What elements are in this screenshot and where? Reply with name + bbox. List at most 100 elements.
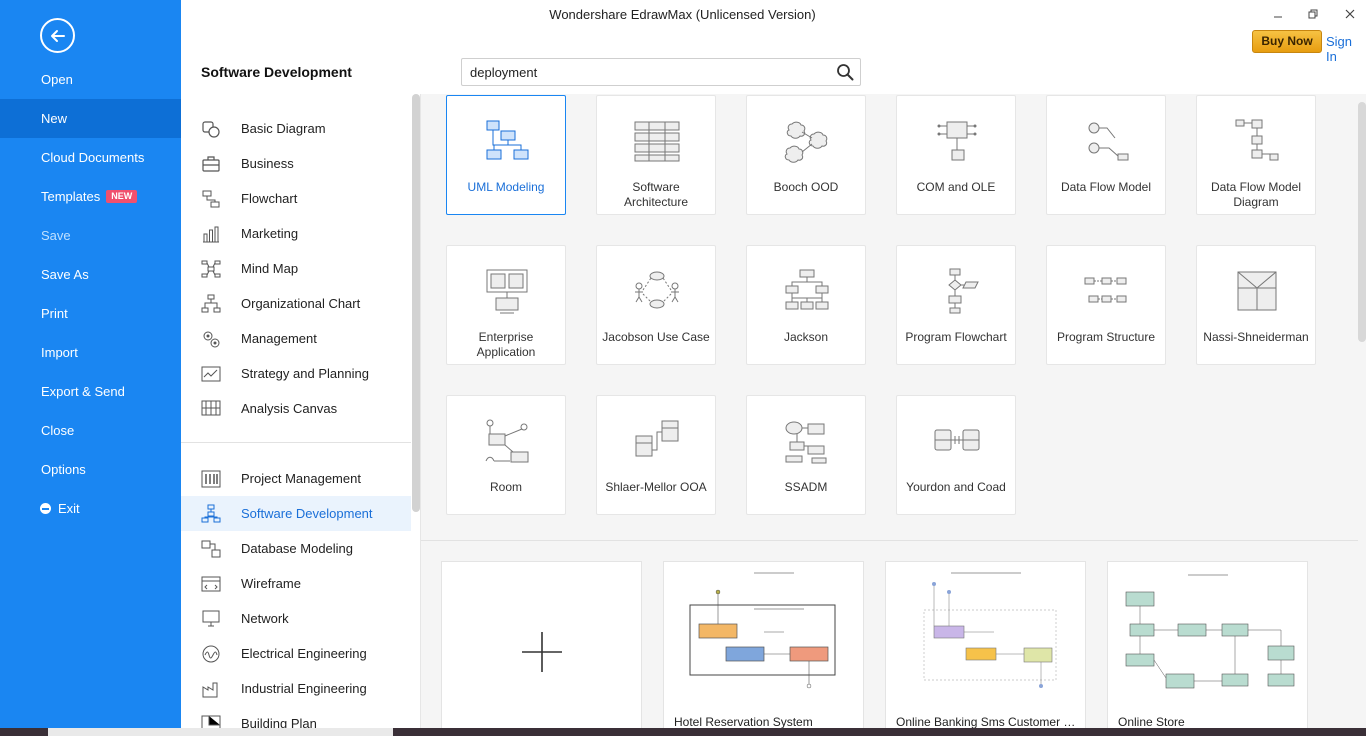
type-room[interactable]: Room — [446, 395, 566, 515]
type-software-architecture[interactable]: Software Architecture — [596, 95, 716, 215]
type-yourdon-and-coad[interactable]: Yourdon and Coad — [896, 395, 1016, 515]
template-caption: Online Banking Sms Customer S... — [896, 715, 1078, 728]
category-label: Analysis Canvas — [241, 401, 338, 416]
category-business[interactable]: Business — [181, 146, 411, 181]
type-uml-modeling[interactable]: UML Modeling — [446, 95, 566, 215]
jacobson-use-case-icon — [635, 271, 679, 309]
category-industrial-engineering[interactable]: Industrial Engineering — [181, 671, 411, 706]
category-analysis-canvas[interactable]: Analysis Canvas — [181, 391, 411, 426]
menu-print[interactable]: Print — [0, 294, 181, 333]
search-box — [461, 58, 861, 86]
enterprise-application-icon — [486, 269, 528, 314]
search-icon[interactable] — [836, 63, 854, 81]
category-label: Database Modeling — [241, 541, 354, 556]
category-software-development[interactable]: Software Development — [181, 496, 411, 531]
type-com-and-ole[interactable]: COM and OLE — [896, 95, 1016, 215]
type-nassi-shneiderman[interactable]: Nassi-Shneiderman — [1196, 245, 1316, 365]
type-label: Yourdon and Coad — [906, 480, 1006, 494]
buy-now-button[interactable]: Buy Now — [1252, 30, 1322, 53]
category-label: Organizational Chart — [241, 296, 361, 311]
sign-in-link[interactable]: Sign In — [1326, 34, 1366, 64]
flowchart-icon — [202, 190, 220, 207]
template-card[interactable]: Hotel Reservation System — [663, 561, 864, 728]
main-scrollbar[interactable] — [1358, 102, 1366, 342]
uml-modeling-icon — [486, 120, 529, 160]
template-thumbnail — [689, 572, 836, 689]
category-label: Management — [241, 331, 317, 346]
type-data-flow-model-diagram[interactable]: Data Flow Model Diagram — [1196, 95, 1316, 215]
type-program-structure[interactable]: Program Structure — [1046, 245, 1166, 365]
category-scrollbar[interactable] — [412, 94, 420, 512]
template-card[interactable]: Online Store — [1107, 561, 1308, 728]
gantt-icon — [201, 470, 221, 487]
menu-label: New — [41, 111, 68, 126]
category-label: Basic Diagram — [241, 121, 326, 136]
type-label: Enterprise Application — [476, 330, 536, 359]
minimize-icon — [1274, 16, 1282, 18]
category-database-modeling[interactable]: Database Modeling — [181, 531, 411, 566]
type-program-flowchart[interactable]: Program Flowchart — [896, 245, 1016, 365]
line-chart-icon — [201, 366, 221, 381]
industrial-icon — [202, 682, 218, 697]
close-icon — [1345, 9, 1355, 19]
menu-templates[interactable]: Templates NEW — [0, 177, 181, 216]
blank-template-card[interactable] — [441, 561, 642, 728]
category-label: Strategy and Planning — [241, 366, 369, 381]
type-data-flow-model[interactable]: Data Flow Model — [1046, 95, 1166, 215]
menu-new[interactable]: New — [0, 99, 181, 138]
menu-cloud-documents[interactable]: Cloud Documents — [0, 138, 181, 177]
taskbar-search[interactable] — [48, 728, 393, 736]
menu-label: Close — [41, 423, 75, 438]
search-input[interactable] — [462, 59, 832, 85]
type-enterprise-application[interactable]: Enterprise Application — [446, 245, 566, 365]
menu-close[interactable]: Close — [0, 411, 181, 450]
wireframe-icon — [201, 576, 221, 591]
plus-icon — [522, 632, 562, 672]
type-label: Room — [489, 480, 522, 494]
type-booch-ood[interactable]: Booch OOD — [746, 95, 866, 215]
type-label: UML Modeling — [467, 180, 545, 194]
shapes-icon — [202, 120, 220, 138]
back-button[interactable] — [40, 18, 75, 53]
category-basic-diagram[interactable]: Basic Diagram — [181, 111, 411, 146]
type-shlaer-mellor-ooa[interactable]: Shlaer-Mellor OOA — [596, 395, 716, 515]
type-ssadm[interactable]: SSADM — [746, 395, 866, 515]
restore-button[interactable] — [1302, 6, 1324, 24]
close-window-button[interactable] — [1339, 6, 1361, 24]
menu-open[interactable]: Open — [0, 60, 181, 99]
menu-save-as[interactable]: Save As — [0, 255, 181, 294]
menu-options[interactable]: Options — [0, 450, 181, 489]
shlaer-mellor-icon — [635, 420, 679, 457]
template-card[interactable]: Online Banking Sms Customer S... — [885, 561, 1086, 728]
category-network[interactable]: Network — [181, 601, 411, 636]
network-icon — [202, 610, 220, 626]
canvas-icon — [201, 400, 221, 415]
category-marketing[interactable]: Marketing — [181, 216, 411, 251]
type-jacobson-use-case[interactable]: Jacobson Use Case — [596, 245, 716, 365]
category-mind-map[interactable]: Mind Map — [181, 251, 411, 286]
category-building-plan[interactable]: Building Plan — [181, 706, 411, 728]
menu-import[interactable]: Import — [0, 333, 181, 372]
category-strategy[interactable]: Strategy and Planning — [181, 356, 411, 391]
type-jackson[interactable]: Jackson — [746, 245, 866, 365]
restore-icon — [1308, 9, 1318, 19]
section-title: Software Development — [201, 64, 352, 80]
type-label: Data Flow Model Diagram — [1210, 180, 1302, 209]
program-structure-icon — [1084, 277, 1127, 303]
category-wireframe[interactable]: Wireframe — [181, 566, 411, 601]
category-label: Business — [241, 156, 294, 171]
type-label: Data Flow Model — [1060, 180, 1152, 194]
main-area: UML Modeling Software Architecture Booch… — [421, 94, 1366, 728]
ssadm-icon — [785, 421, 827, 464]
new-badge: NEW — [106, 190, 138, 203]
mind-map-icon — [201, 260, 221, 277]
edrawmax-window: Open New Cloud Documents Templates NEW Sa… — [0, 0, 1366, 736]
menu-export-send[interactable]: Export & Send — [0, 372, 181, 411]
category-project-management[interactable]: Project Management — [181, 461, 411, 496]
category-flowchart[interactable]: Flowchart — [181, 181, 411, 216]
menu-exit[interactable]: Exit — [0, 489, 181, 528]
category-electrical-engineering[interactable]: Electrical Engineering — [181, 636, 411, 671]
category-management[interactable]: Management — [181, 321, 411, 356]
category-org-chart[interactable]: Organizational Chart — [181, 286, 411, 321]
minimize-button[interactable] — [1267, 6, 1289, 24]
